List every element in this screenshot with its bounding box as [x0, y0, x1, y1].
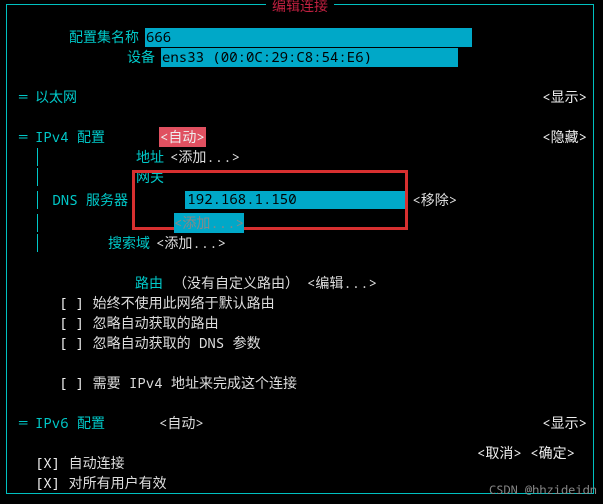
row-cb2: [ ] 忽略自动获取的路由	[7, 313, 593, 333]
cb-default-route[interactable]: [ ]	[59, 294, 93, 313]
expand-icon[interactable]: ═	[19, 414, 35, 433]
cb-ignore-routes[interactable]: [ ]	[59, 314, 93, 333]
cb3-label: 忽略自动获取的 DNS 参数	[93, 333, 261, 353]
dns-label: DNS 服务器	[44, 190, 128, 210]
cb4-label: 需要 IPv4 地址来完成这个连接	[93, 373, 297, 393]
route-label: 路由	[43, 273, 163, 293]
row-ipv4-dns: DNS 服务器 192.168.1.150 <移除>	[7, 187, 593, 213]
profile-name-label: 配置集名称	[69, 27, 139, 47]
dns-remove-button[interactable]: <移除>	[412, 190, 457, 210]
ipv4-hide-button[interactable]: <隐藏>	[542, 127, 587, 147]
cb2-label: 忽略自动获取的路由	[93, 313, 219, 333]
row-ethernet: ═ 以太网 <显示>	[7, 87, 593, 107]
cb-ignore-dns[interactable]: [ ]	[59, 334, 93, 353]
cb-require-ipv4[interactable]: [ ]	[59, 374, 93, 393]
window-title: 编辑连接	[266, 0, 334, 16]
addr-add-button[interactable]: <添加...>	[170, 147, 240, 167]
search-add-button[interactable]: <添加...>	[156, 233, 226, 253]
row-ipv4-search: 搜索域 <添加...>	[7, 233, 593, 253]
ipv6-show-button[interactable]: <显示>	[542, 413, 587, 433]
collapse-icon[interactable]: ═	[19, 128, 35, 147]
row-ipv4: ═ IPv4 配置 <自动> <隐藏>	[7, 127, 593, 147]
edit-connection-window: 编辑连接 配置集名称 666 设备 ens33 (00:0C:29:C8:54:…	[6, 4, 594, 494]
cancel-button[interactable]: <取消>	[477, 444, 522, 463]
route-text: （没有自定义路由）	[173, 273, 299, 293]
ipv6-mode-select[interactable]: <自动>	[159, 413, 204, 433]
cb-all-users[interactable]: [X]	[35, 474, 69, 493]
row-ipv6: ═ IPv6 配置 <自动> <显示>	[7, 413, 593, 433]
watermark: CSDN @hhzideidn	[489, 481, 597, 498]
cb1-label: 始终不使用此网络于默认路由	[93, 293, 275, 313]
ipv4-mode-select[interactable]: <自动>	[159, 127, 206, 147]
row-device: 设备 ens33 (00:0C:29:C8:54:E6)	[7, 47, 593, 67]
profile-name-input[interactable]: 666	[145, 28, 472, 47]
row-ipv4-addr: 地址 <添加...>	[7, 147, 593, 167]
addr-label: 地址	[44, 147, 164, 167]
ok-button[interactable]: <确定>	[530, 444, 575, 463]
row-cb3: [ ] 忽略自动获取的 DNS 参数	[7, 333, 593, 353]
action-buttons: <取消> <确定>	[477, 443, 575, 463]
search-label: 搜索域	[44, 233, 150, 253]
row-profile-name: 配置集名称 666	[7, 27, 593, 47]
ethernet-show-button[interactable]: <显示>	[542, 87, 587, 107]
cb-auto-connect[interactable]: [X]	[35, 454, 69, 473]
ipv4-heading: IPv4 配置	[35, 127, 105, 147]
route-edit-button[interactable]: <编辑...>	[307, 273, 377, 293]
expand-icon[interactable]: ═	[19, 88, 35, 107]
device-label: 设备	[127, 47, 155, 67]
dns-add-button[interactable]: <添加...>	[174, 213, 244, 233]
row-cb4: [ ] 需要 IPv4 地址来完成这个连接	[7, 373, 593, 393]
row-ipv4-route: 路由 （没有自定义路由） <编辑...>	[7, 273, 593, 293]
all-users-label: 对所有用户有效	[69, 473, 167, 493]
ipv6-heading: IPv6 配置	[35, 413, 105, 433]
auto-connect-label: 自动连接	[69, 453, 125, 473]
device-input[interactable]: ens33 (00:0C:29:C8:54:E6)	[161, 48, 458, 67]
row-cb1: [ ] 始终不使用此网络于默认路由	[7, 293, 593, 313]
ethernet-heading: 以太网	[35, 87, 77, 107]
dns-value-input[interactable]: 192.168.1.150	[185, 191, 405, 209]
